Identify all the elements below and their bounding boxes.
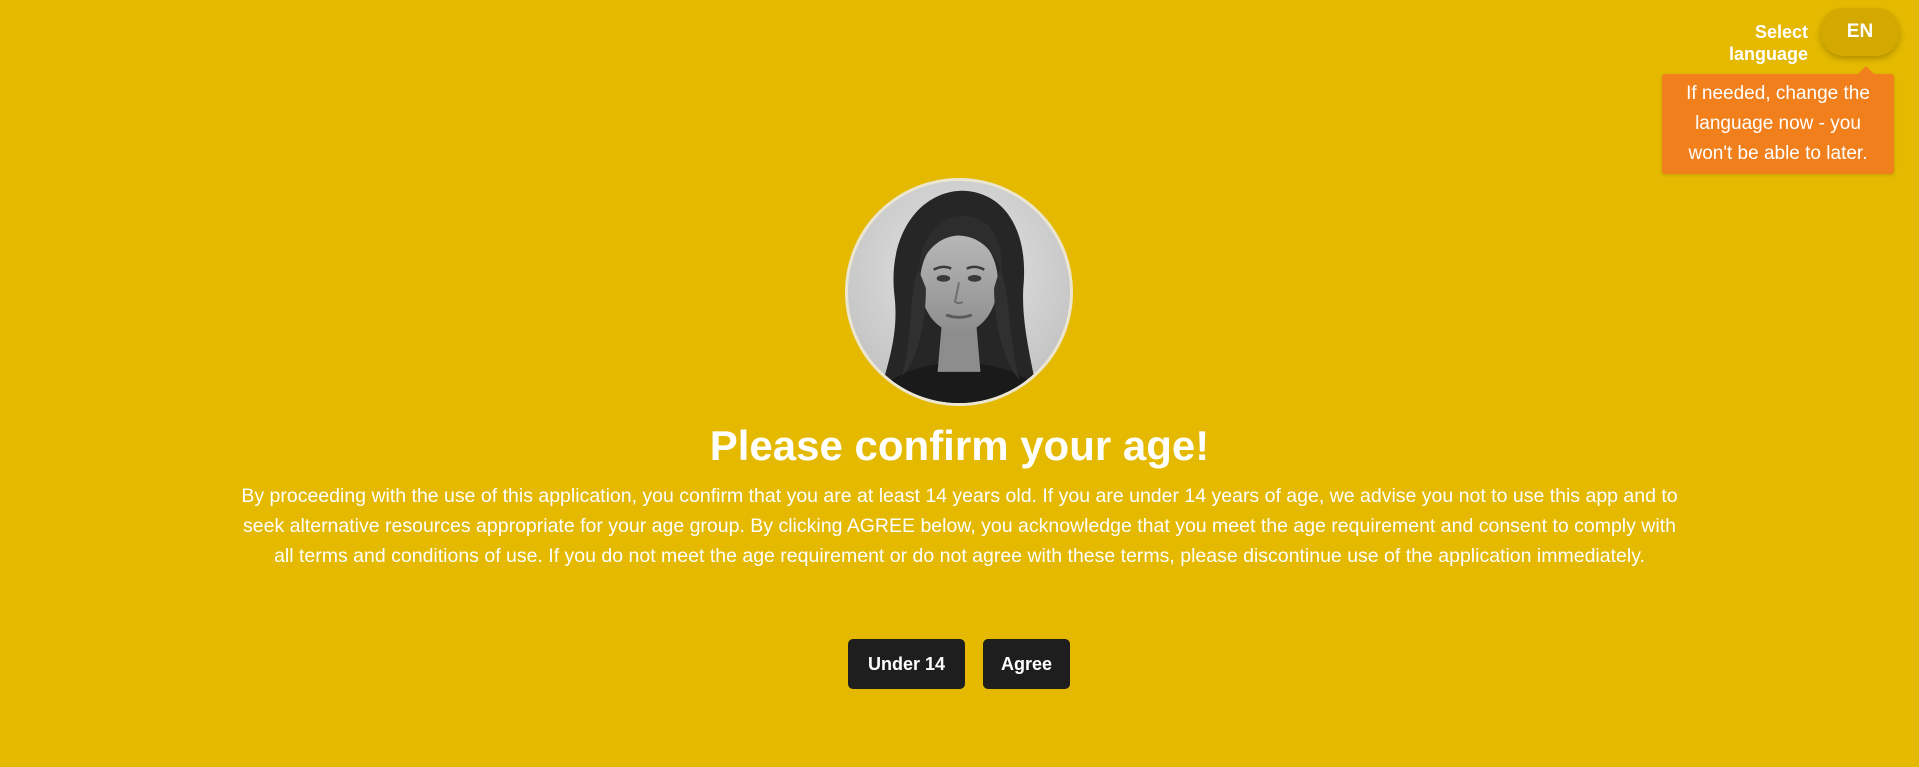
language-tooltip: If needed, change the language now - you… <box>1662 66 1894 174</box>
tooltip-arrow <box>1858 66 1874 74</box>
age-consent-text: By proceeding with the use of this appli… <box>241 485 1678 567</box>
language-tooltip-text: If needed, change the language now - you… <box>1686 83 1870 164</box>
avatar <box>845 178 1073 406</box>
select-language-label: Select language <box>1728 22 1808 64</box>
page-title: Please confirm your age! <box>709 422 1210 469</box>
under-14-button[interactable]: Under 14 <box>848 639 965 689</box>
agree-button[interactable]: Agree <box>983 639 1070 689</box>
portrait-avatar-icon <box>848 181 1070 403</box>
language-select-button[interactable]: EN <box>1820 8 1900 56</box>
